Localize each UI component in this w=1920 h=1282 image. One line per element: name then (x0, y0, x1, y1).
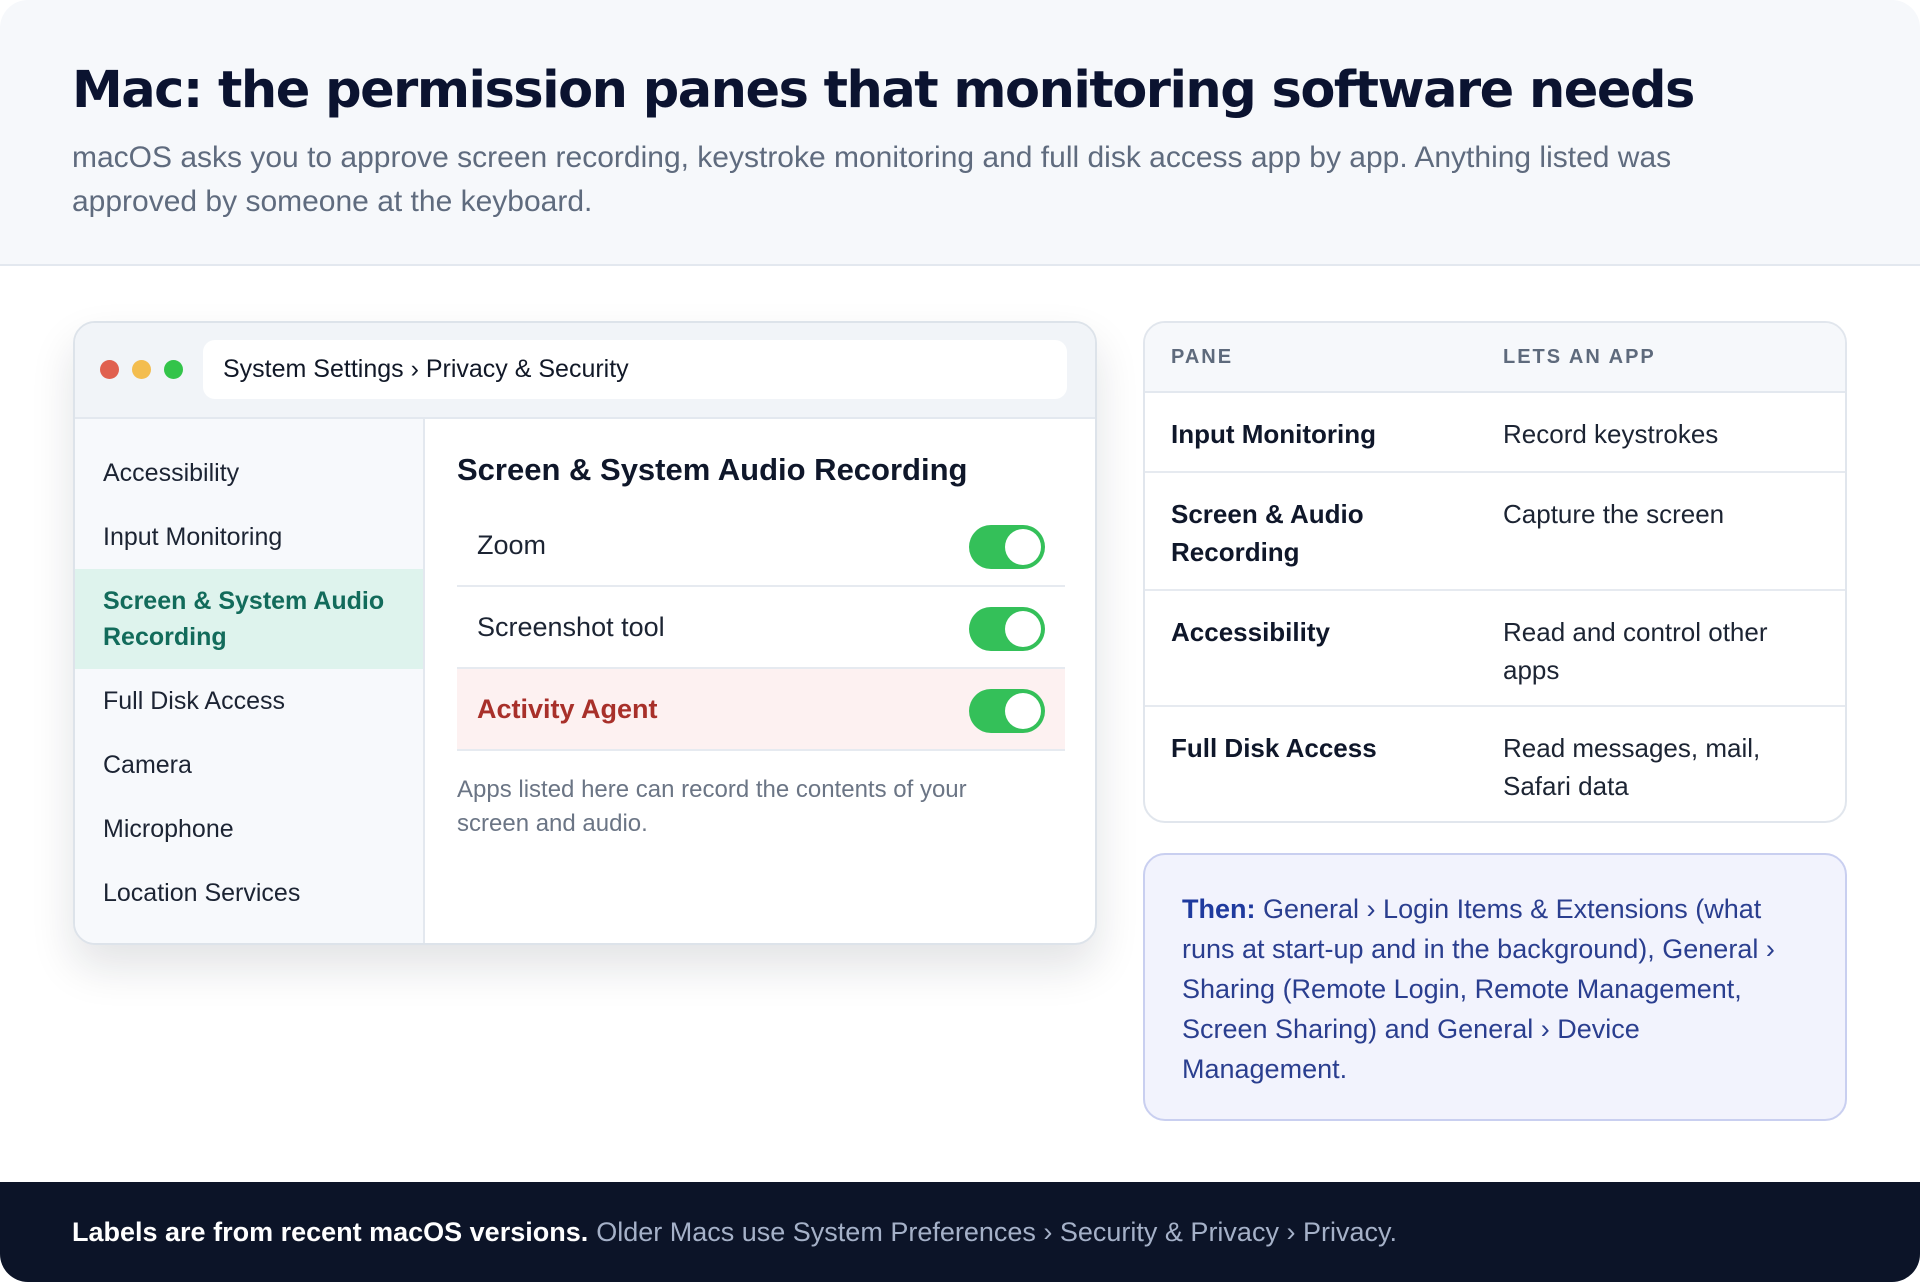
settings-breadcrumb: System Settings › Privacy & Security (203, 340, 1067, 399)
pane-cell: Screen & Audio Recording (1171, 499, 1364, 567)
lets-cell: Capture the screen (1503, 499, 1725, 529)
sidebar-item-full-disk-access[interactable]: Full Disk Access (75, 669, 423, 733)
sidebar-item-screen-recording[interactable]: Screen & System Audio Recording (75, 569, 423, 669)
sidebar-item-input-monitoring[interactable]: Input Monitoring (75, 505, 423, 569)
toggle-knob (1005, 693, 1041, 729)
footer-lead: Labels are from recent macOS versions. (72, 1216, 589, 1247)
pane-cell: Accessibility (1171, 617, 1330, 647)
sidebar-item-accessibility[interactable]: Accessibility (75, 441, 423, 505)
app-name: Screenshot tool (477, 611, 665, 642)
close-window-button[interactable] (100, 360, 119, 379)
permission-toggle[interactable] (969, 607, 1045, 651)
app-permission-list: Zoom Screenshot tool Activity Agent (457, 505, 1065, 751)
app-name: Activity Agent (477, 693, 658, 724)
list-item: Zoom (457, 505, 1065, 587)
table-row: Screen & Audio Recording Capture the scr… (1145, 473, 1845, 591)
system-settings-window: System Settings › Privacy & Security Acc… (73, 321, 1097, 945)
permission-toggle[interactable] (969, 689, 1045, 733)
pane-cell: Input Monitoring (1171, 419, 1377, 449)
table-row: Full Disk Access Read messages, mail, Sa… (1145, 707, 1845, 821)
settings-sidebar: Accessibility Input Monitoring Screen & … (75, 419, 425, 943)
app-name: Zoom (477, 529, 547, 560)
table-row: Accessibility Read and control other app… (1145, 591, 1845, 707)
page-title: Mac: the permission panes that monitorin… (72, 61, 1695, 120)
window-titlebar: System Settings › Privacy & Security (75, 323, 1095, 419)
list-item: Screenshot tool (457, 587, 1065, 669)
toggle-knob (1005, 529, 1041, 565)
pane-cell: Full Disk Access (1171, 733, 1377, 763)
page-subtitle: macOS asks you to approve screen recordi… (72, 141, 1672, 218)
column-header-lets: LETS AN APP (1503, 345, 1656, 368)
sidebar-item-camera[interactable]: Camera (75, 733, 423, 797)
toggle-knob (1005, 611, 1041, 647)
page: Mac: the permission panes that monitorin… (0, 0, 1920, 1282)
header: Mac: the permission panes that monitorin… (0, 0, 1920, 266)
sidebar-item-location-services[interactable]: Location Services (75, 861, 423, 925)
footer: Labels are from recent macOS versions. O… (0, 1182, 1920, 1282)
permissions-table: PANE LETS AN APP Input Monitoring Record… (1143, 321, 1847, 823)
sidebar-item-microphone[interactable]: Microphone (75, 797, 423, 861)
callout-text: General › Login Items & Extensions (what… (1182, 894, 1775, 1084)
callout-lead: Then: (1182, 894, 1263, 924)
next-steps-callout: Then: General › Login Items & Extensions… (1143, 853, 1847, 1121)
minimize-window-button[interactable] (132, 360, 151, 379)
column-header-pane: PANE (1171, 345, 1234, 368)
pane-note: Apps listed here can record the contents… (457, 776, 967, 837)
permission-toggle[interactable] (969, 525, 1045, 569)
pane-title: Screen & System Audio Recording (457, 452, 968, 487)
footer-text: Older Macs use System Preferences › Secu… (596, 1216, 1397, 1247)
list-item-flagged: Activity Agent (457, 669, 1065, 751)
table-header: PANE LETS AN APP (1145, 323, 1845, 393)
lets-cell: Read and control other apps (1503, 617, 1768, 685)
table-row: Input Monitoring Record keystrokes (1145, 393, 1845, 473)
settings-pane: Screen & System Audio Recording Zoom Scr… (425, 419, 1095, 943)
lets-cell: Record keystrokes (1503, 419, 1719, 449)
lets-cell: Read messages, mail, Safari data (1503, 733, 1761, 801)
zoom-window-button[interactable] (164, 360, 183, 379)
